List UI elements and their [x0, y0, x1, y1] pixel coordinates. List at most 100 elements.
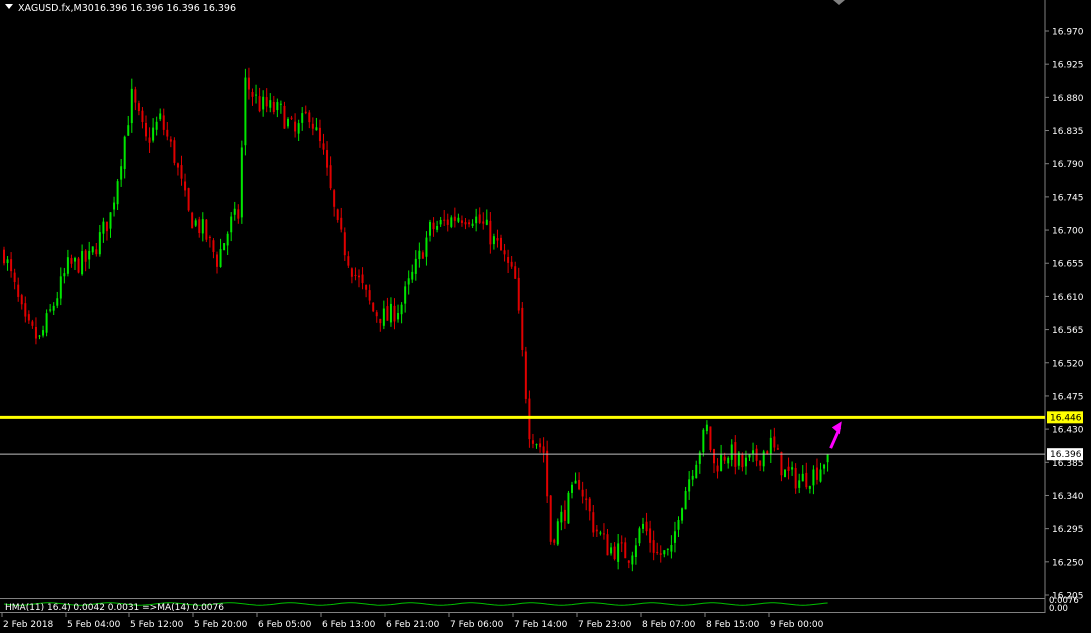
- candle-body: [670, 544, 673, 552]
- candle-body: [453, 216, 456, 221]
- time-tick-label: 5 Feb 20:00: [194, 620, 248, 630]
- candle-body: [180, 165, 183, 179]
- candle-body: [457, 217, 460, 222]
- price-tick-label: 16.295: [1052, 525, 1084, 535]
- candle-body: [148, 137, 151, 143]
- candle-body: [606, 534, 609, 556]
- candle-body: [549, 495, 552, 542]
- candle-body: [599, 532, 602, 534]
- indicator-label: HMA(11) 16.4) 0.0042 0.0031 =>MA(14) 0.0…: [5, 603, 224, 613]
- candle-body: [744, 457, 747, 467]
- ohlc-values: 16.396 16.396 16.396 16.396: [94, 3, 236, 14]
- candle-body: [141, 110, 144, 122]
- candle-body: [251, 91, 254, 97]
- time-tick-label: 8 Feb 15:00: [706, 620, 760, 630]
- candle-body: [432, 222, 435, 230]
- candle-body: [191, 212, 194, 229]
- candle-body: [226, 233, 229, 246]
- candle-body: [727, 457, 730, 464]
- candle-body: [340, 217, 343, 230]
- candle-body: [762, 451, 765, 467]
- time-tick-label: 5 Feb 12:00: [130, 620, 184, 630]
- candle-body: [563, 509, 566, 521]
- candle-body: [730, 444, 733, 460]
- candle-body: [283, 105, 286, 129]
- candle-body: [194, 220, 197, 226]
- candle-body: [70, 258, 73, 264]
- candle-body: [31, 321, 34, 326]
- candle-body: [159, 113, 162, 120]
- candle-body: [34, 327, 37, 339]
- candle-body: [219, 249, 222, 267]
- candle-body: [315, 127, 318, 131]
- price-tick-label: 16.250: [1052, 558, 1084, 568]
- candle-body: [240, 147, 243, 218]
- candle-body: [318, 127, 321, 142]
- candle-body: [3, 249, 5, 264]
- candle-body: [798, 480, 801, 488]
- candle-body: [748, 454, 751, 458]
- candle-body: [794, 468, 797, 489]
- candle-body: [208, 236, 211, 238]
- candle-body: [524, 351, 527, 399]
- candle-body: [631, 555, 634, 565]
- candle-body: [258, 96, 261, 112]
- candle-body: [361, 274, 364, 284]
- candle-body: [404, 286, 407, 304]
- candle-body: [56, 298, 59, 306]
- candle-body: [272, 101, 275, 112]
- time-tick-label: 8 Feb 07:00: [642, 620, 696, 630]
- horizontal-level-price-tag: 16.446: [1047, 411, 1083, 424]
- candle-body: [705, 424, 708, 432]
- candle-body: [393, 305, 396, 322]
- candle-body: [176, 163, 179, 168]
- candle-body: [656, 551, 659, 553]
- candle-body: [389, 303, 392, 323]
- candle-body: [773, 436, 776, 448]
- price-tick-label: 16.655: [1052, 260, 1084, 270]
- candle-body: [716, 465, 719, 472]
- candle-body: [755, 448, 758, 461]
- candle-body: [638, 528, 641, 544]
- candle-body: [290, 117, 293, 119]
- price-chart[interactable]: 16.970 16.925 16.880 16.835 16.790 16.745 16.7…: [0, 0, 1091, 633]
- candle-body: [514, 266, 517, 279]
- candle-body: [88, 251, 91, 260]
- candle-body: [595, 529, 598, 532]
- candle-body: [358, 275, 360, 278]
- candle-body: [666, 548, 669, 550]
- price-tick-label: 16.565: [1052, 326, 1084, 336]
- candle-body: [42, 330, 45, 336]
- price-tick-label: 16.610: [1052, 293, 1084, 303]
- time-tick-label: 6 Feb 21:00: [386, 620, 440, 630]
- candle-body: [418, 250, 421, 260]
- candle-body: [223, 243, 226, 251]
- candle-body: [379, 318, 382, 324]
- candle-body: [471, 223, 474, 226]
- candle-body: [826, 454, 829, 463]
- candle-body: [787, 466, 790, 471]
- symbol-timeframe: XAGUSD.fx,M30: [18, 3, 94, 14]
- candle-body: [216, 254, 218, 267]
- candle-body: [421, 252, 424, 259]
- candle-body: [382, 308, 385, 326]
- candle-body: [819, 469, 822, 482]
- candle-body: [546, 450, 549, 497]
- candle-body: [343, 232, 346, 256]
- candle-body: [684, 490, 687, 510]
- candle-body: [77, 258, 80, 273]
- candle-body: [578, 479, 581, 490]
- candle-body: [741, 453, 744, 468]
- candle-body: [407, 278, 410, 285]
- candle-body: [659, 553, 662, 555]
- candle-body: [368, 290, 371, 301]
- candle-body: [691, 475, 694, 480]
- candle-body: [269, 100, 272, 108]
- current-price-label: 16.396: [1050, 450, 1082, 460]
- candle-body: [776, 448, 779, 450]
- price-tick-label: 16.475: [1052, 392, 1084, 402]
- candle-body: [652, 540, 655, 553]
- candle-body: [52, 305, 55, 311]
- candle-body: [585, 498, 588, 500]
- price-tick-label: 16.340: [1052, 492, 1084, 502]
